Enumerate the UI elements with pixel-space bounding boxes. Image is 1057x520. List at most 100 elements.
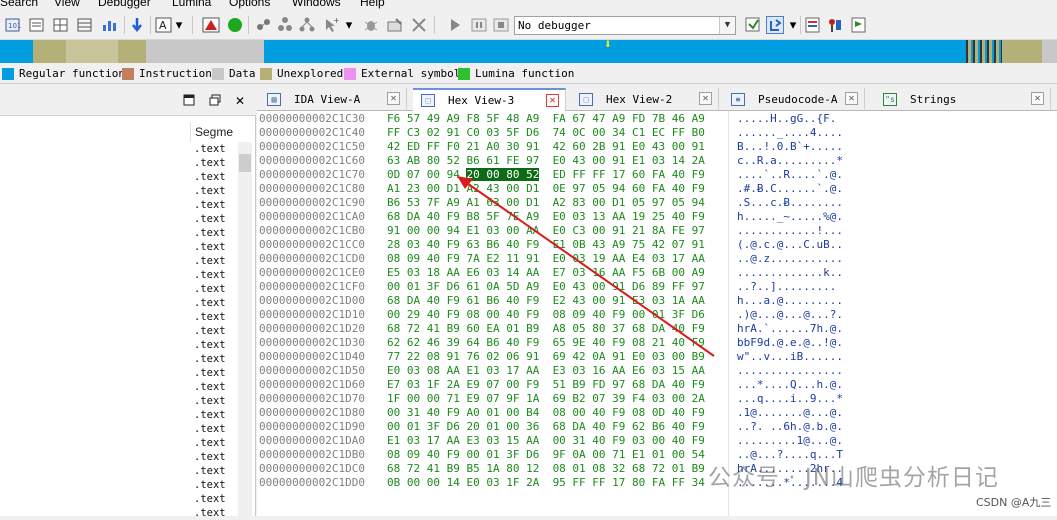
navigation-band[interactable]: ⬇ [0,40,1057,63]
segment-entry[interactable]: .text [194,198,226,212]
menu-windows[interactable]: Windows [292,0,341,9]
nav-segment [1042,40,1057,63]
down-arrow-icon[interactable] [128,16,146,34]
list-search-icon[interactable] [28,16,46,34]
legend-label: Data [229,67,256,80]
menu-lumina[interactable]: Lumina [172,0,211,9]
menu-help[interactable]: Help [360,0,385,9]
nav-segment [118,40,146,63]
menu-search[interactable]: Search [0,0,38,9]
menu-view[interactable]: View [54,0,80,9]
tab-strings[interactable]: "s Strings ✕ [875,88,1051,111]
stop-icon[interactable] [492,16,510,34]
window-menu-icon[interactable] [182,94,196,108]
edit-image-icon[interactable] [386,16,404,34]
chevron-down-icon[interactable]: ▾ [173,16,185,34]
segment-entry[interactable]: .text [194,506,226,520]
tab-hex-view-2[interactable]: ⬚ Hex View-2 ✕ [571,88,719,111]
legend-swatch [122,67,134,80]
segment-entry[interactable]: .text [194,240,226,254]
svg-text:A: A [159,19,167,32]
restore-window-icon[interactable] [208,94,222,108]
debugger-select[interactable]: No debugger ▼ [514,16,736,35]
binary-search-icon[interactable]: 101 [4,16,22,34]
segment-entry[interactable]: .text [194,492,226,506]
table-icon[interactable] [76,16,94,34]
legend-swatch [260,67,272,80]
legend-swatch [2,67,14,80]
segment-entry[interactable]: .text [194,254,226,268]
close-icon[interactable]: ✕ [387,92,400,105]
segment-entry[interactable]: .text [194,338,226,352]
close-icon[interactable]: ✕ [699,92,712,105]
segment-entry[interactable]: .text [194,352,226,366]
toolbar-separator [192,16,193,34]
attach-process-icon[interactable] [744,16,762,34]
close-icon[interactable]: ✕ [845,92,858,105]
menu-debugger[interactable]: Debugger [98,0,151,9]
node-link-icon[interactable] [276,16,294,34]
segment-entry[interactable]: .text [194,464,226,478]
segment-entry[interactable]: .text [194,296,226,310]
legend-item: Regular function [2,67,125,80]
node-add-icon[interactable] [254,16,272,34]
close-x-icon[interactable] [410,16,428,34]
segment-entry[interactable]: .text [194,366,226,380]
segment-entry[interactable]: .text [194,422,226,436]
menu-options[interactable]: Options [229,0,270,9]
debugger-select-value: No debugger [518,19,591,32]
segment-entry[interactable]: .text [194,408,226,422]
pin-icon[interactable] [826,16,844,34]
segment-entry[interactable]: .text [194,450,226,464]
toolbar-separator [434,16,435,34]
segment-entry[interactable]: .text [194,226,226,240]
segment-entry[interactable]: .text [194,212,226,226]
segment-entry[interactable]: .text [194,324,226,338]
segment-entry[interactable]: .text [194,184,226,198]
scrollbar-thumb[interactable] [239,154,251,172]
nav-segment [146,40,264,63]
segment-entry[interactable]: .text [194,170,226,184]
segment-entry[interactable]: .text [194,380,226,394]
bug-icon[interactable] [362,16,380,34]
grid-icon[interactable] [52,16,70,34]
segment-entry[interactable]: .text [194,268,226,282]
nav-segment [1002,40,1042,63]
segment-entry[interactable]: .text [194,282,226,296]
pause-icon[interactable] [470,16,488,34]
tab-pseudocode-a[interactable]: ≡ Pseudocode-A ✕ [723,88,865,111]
breakpoint-list-icon[interactable] [804,16,822,34]
run-icon[interactable] [446,16,464,34]
chart-icon[interactable] [100,16,118,34]
text-format-icon[interactable]: A [155,16,173,34]
warning-triangle-icon[interactable] [202,16,220,34]
legend-label: Lumina function [475,67,575,80]
chevron-down-icon[interactable]: ▾ [788,16,798,34]
close-icon[interactable]: ✕ [1031,92,1044,105]
segment-entry[interactable]: .text [194,156,226,170]
toolbar-separator [124,16,125,34]
vertical-scrollbar[interactable] [238,142,252,516]
chevron-down-icon[interactable]: ▾ [344,16,354,34]
tab-label: Hex View-3 [448,94,515,107]
close-icon[interactable]: ✕ [546,94,559,107]
segment-entry[interactable]: .text [194,142,226,156]
segment-column-header[interactable]: Segme [190,122,238,142]
annotation-arrow [457,176,715,357]
chevron-down-icon[interactable]: ▼ [719,17,735,34]
tree-icon[interactable] [298,16,316,34]
nav-segment [0,40,33,63]
segment-entry[interactable]: .text [194,394,226,408]
segment-entry[interactable]: .text [194,478,226,492]
legend-label: Instruction [139,67,212,80]
segment-entry[interactable]: .text [194,310,226,324]
tab-hex-view-3[interactable]: ⬚ Hex View-3 ✕ [413,88,566,111]
switch-debugger-icon[interactable] [766,16,784,34]
cursor-add-icon[interactable]: + [322,16,340,34]
hex-view[interactable]: 00000000002C1C30 F6 57 49 A9 F8 5F 48 A9 … [257,111,1057,516]
trace-flag-icon[interactable] [850,16,868,34]
green-circle-icon[interactable] [226,16,244,34]
segment-entry[interactable]: .text [194,436,226,450]
tab-ida-view-a[interactable]: ▤ IDA View-A ✕ [259,88,407,111]
close-icon[interactable]: ✕ [233,94,247,108]
